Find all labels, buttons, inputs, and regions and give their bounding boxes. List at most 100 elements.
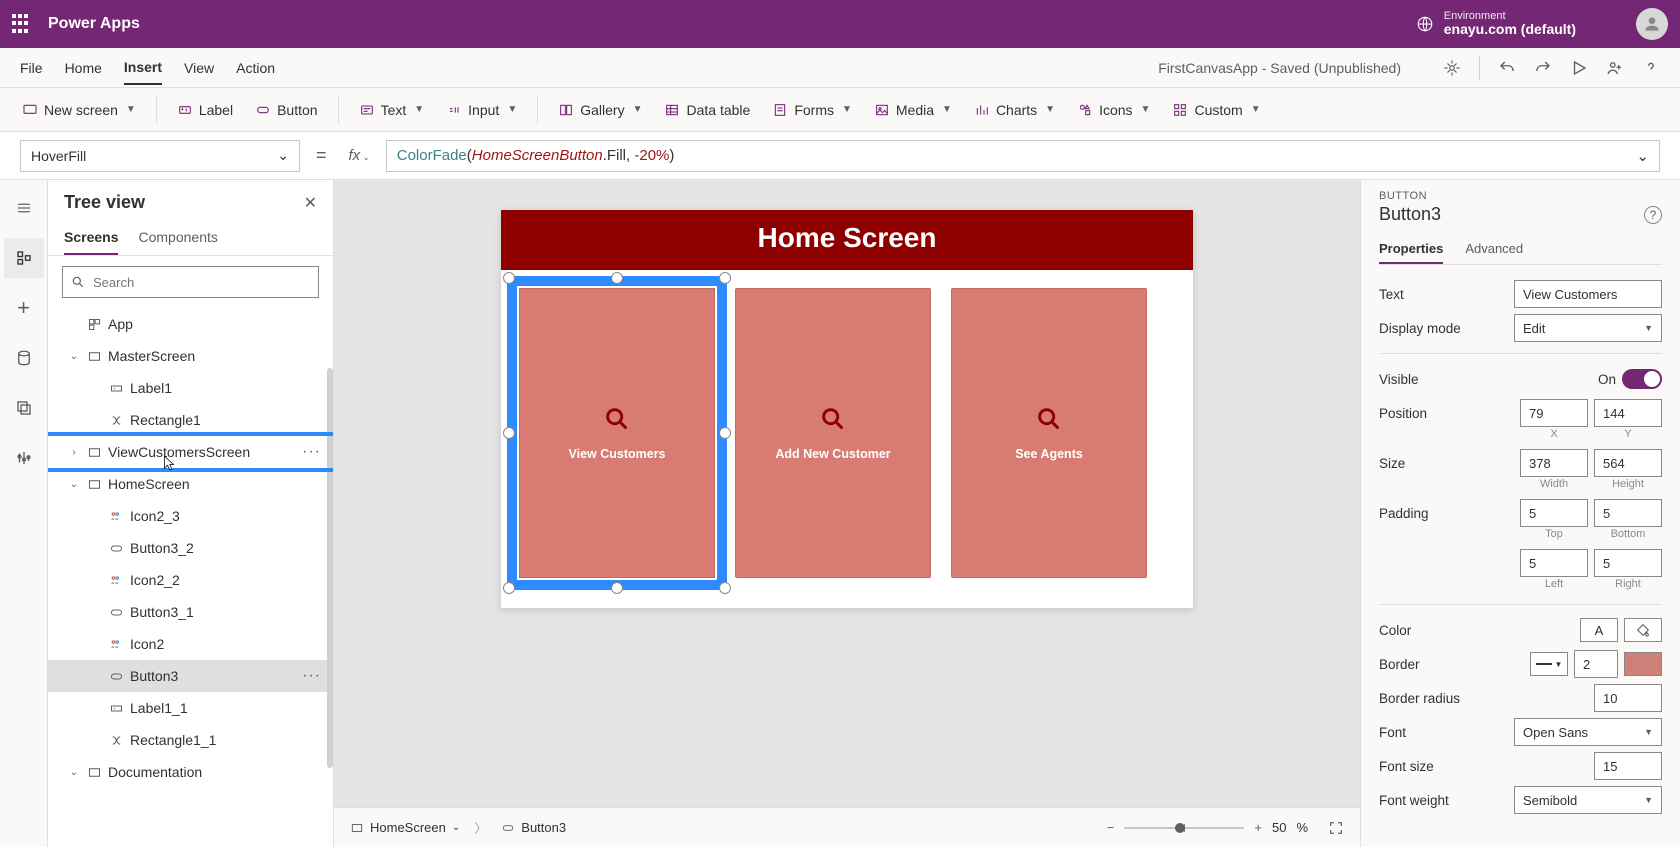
breadcrumb-screen[interactable]: HomeScreen ⌄ (350, 820, 460, 835)
chevron-down-icon[interactable]: ⌄ (68, 479, 80, 490)
environment-picker[interactable]: Environment enayu.com (default) (1416, 10, 1576, 37)
custom-button[interactable]: Custom▼ (1170, 98, 1262, 122)
scrollbar[interactable] (327, 368, 333, 768)
canvas-tile-add-customer[interactable]: Add New Customer (735, 288, 931, 578)
tab-advanced[interactable]: Advanced (1465, 235, 1523, 264)
formula-input[interactable]: ColorFade(HomeScreenButton.Fill, -20%) ⌄ (386, 140, 1660, 172)
tree-node-rectangle1[interactable]: Rectangle1 (48, 404, 333, 436)
tree-node-button3[interactable]: Button3 ··· (48, 660, 333, 692)
menu-insert[interactable]: Insert (124, 51, 162, 85)
button-button[interactable]: Button (253, 98, 319, 122)
fx-label[interactable]: fx⌄ (343, 147, 376, 164)
advanced-tools-icon[interactable] (4, 438, 44, 478)
app-launcher-icon[interactable] (12, 14, 32, 34)
new-screen-button[interactable]: New screen▼ (20, 98, 138, 122)
icons-button[interactable]: Icons▼ (1075, 98, 1152, 122)
zoom-out-icon[interactable]: − (1107, 820, 1115, 835)
font-select[interactable]: Open Sans▼ (1514, 718, 1662, 746)
canvas-selected-tile[interactable]: View Customers (519, 288, 715, 578)
tree-node-label1-1[interactable]: Label1_1 (48, 692, 333, 724)
border-color-button[interactable] (1624, 652, 1662, 676)
font-color-button[interactable]: A (1580, 618, 1618, 642)
zoom-in-icon[interactable]: + (1254, 820, 1262, 835)
help-icon[interactable]: ? (1644, 206, 1662, 224)
chevron-right-icon[interactable]: › (68, 447, 80, 458)
font-weight-select[interactable]: Semibold▼ (1514, 786, 1662, 814)
charts-button[interactable]: Charts▼ (972, 98, 1057, 122)
hamburger-icon[interactable] (4, 188, 44, 228)
chevron-down-icon[interactable]: ⌄ (1636, 147, 1649, 165)
padding-right-input[interactable]: 5 (1594, 549, 1662, 577)
padding-top-input[interactable]: 5 (1520, 499, 1588, 527)
label-button[interactable]: Label (175, 98, 235, 122)
font-size-input[interactable]: 15 (1594, 752, 1662, 780)
gallery-button[interactable]: Gallery▼ (556, 98, 644, 122)
play-icon[interactable] (1570, 59, 1588, 77)
tree-node-homescreen[interactable]: ⌄ HomeScreen (48, 468, 333, 500)
border-style-select[interactable]: ▼ (1530, 652, 1568, 676)
position-x-input[interactable]: 79 (1520, 399, 1588, 427)
border-radius-input[interactable]: 10 (1594, 684, 1662, 712)
resize-handle[interactable] (611, 582, 623, 594)
menu-file[interactable]: File (20, 52, 43, 84)
forms-button[interactable]: Forms▼ (770, 98, 854, 122)
menu-view[interactable]: View (184, 52, 214, 84)
tab-screens[interactable]: Screens (64, 221, 118, 255)
tree-node-documentation[interactable]: ⌄ Documentation (48, 756, 333, 788)
chevron-down-icon[interactable]: ⌄ (68, 351, 80, 362)
canvas-tile-see-agents[interactable]: See Agents (951, 288, 1147, 578)
tab-components[interactable]: Components (138, 221, 217, 255)
padding-left-input[interactable]: 5 (1520, 549, 1588, 577)
tree-node-app[interactable]: App (48, 308, 333, 340)
padding-bottom-input[interactable]: 5 (1594, 499, 1662, 527)
resize-handle[interactable] (503, 582, 515, 594)
share-icon[interactable] (1606, 59, 1624, 77)
size-width-input[interactable]: 378 (1520, 449, 1588, 477)
tree-search-input[interactable] (93, 275, 310, 290)
tree-node-masterscreen[interactable]: ⌄ MasterScreen (48, 340, 333, 372)
resize-handle[interactable] (719, 427, 731, 439)
visible-toggle[interactable] (1622, 369, 1662, 389)
tree-node-button3-1[interactable]: Button3_1 (48, 596, 333, 628)
border-width-input[interactable]: 2 (1574, 650, 1618, 678)
tree-node-button3-2[interactable]: Button3_2 (48, 532, 333, 564)
breadcrumb-control[interactable]: Button3 (501, 820, 566, 835)
media-rail-icon[interactable] (4, 388, 44, 428)
data-table-button[interactable]: Data table (662, 98, 752, 122)
menu-action[interactable]: Action (236, 52, 275, 84)
resize-handle[interactable] (503, 272, 515, 284)
tree-node-icon2-2[interactable]: Icon2_2 (48, 564, 333, 596)
prop-text-input[interactable]: View Customers (1514, 280, 1662, 308)
resize-handle[interactable] (503, 427, 515, 439)
media-button[interactable]: Media▼ (872, 98, 954, 122)
app-checker-icon[interactable] (1443, 59, 1461, 77)
fill-color-button[interactable] (1624, 618, 1662, 642)
tree-node-icon2-3[interactable]: Icon2_3 (48, 500, 333, 532)
tree-node-icon2[interactable]: Icon2 (48, 628, 333, 660)
zoom-slider[interactable] (1124, 827, 1244, 829)
fit-to-screen-icon[interactable] (1328, 820, 1344, 836)
insert-icon[interactable]: + (4, 288, 44, 328)
text-button[interactable]: Text▼ (357, 98, 427, 122)
tree-search-box[interactable] (62, 266, 319, 298)
property-selector[interactable]: HoverFill ⌄ (20, 140, 300, 172)
resize-handle[interactable] (719, 272, 731, 284)
resize-handle[interactable] (611, 272, 623, 284)
prop-displaymode-select[interactable]: Edit▼ (1514, 314, 1662, 342)
tree-view-icon[interactable] (4, 238, 44, 278)
more-options-icon[interactable]: ··· (302, 443, 323, 461)
position-y-input[interactable]: 144 (1594, 399, 1662, 427)
user-avatar[interactable] (1636, 8, 1668, 40)
redo-icon[interactable] (1534, 59, 1552, 77)
tab-properties[interactable]: Properties (1379, 235, 1443, 264)
menu-home[interactable]: Home (65, 52, 102, 84)
design-canvas[interactable]: Home Screen View Customers (501, 210, 1193, 608)
data-icon[interactable] (4, 338, 44, 378)
more-options-icon[interactable]: ··· (302, 667, 323, 685)
input-button[interactable]: Input▼ (444, 98, 519, 122)
help-icon[interactable] (1642, 59, 1660, 77)
resize-handle[interactable] (719, 582, 731, 594)
size-height-input[interactable]: 564 (1594, 449, 1662, 477)
undo-icon[interactable] (1498, 59, 1516, 77)
tree-node-label1[interactable]: Label1 (48, 372, 333, 404)
